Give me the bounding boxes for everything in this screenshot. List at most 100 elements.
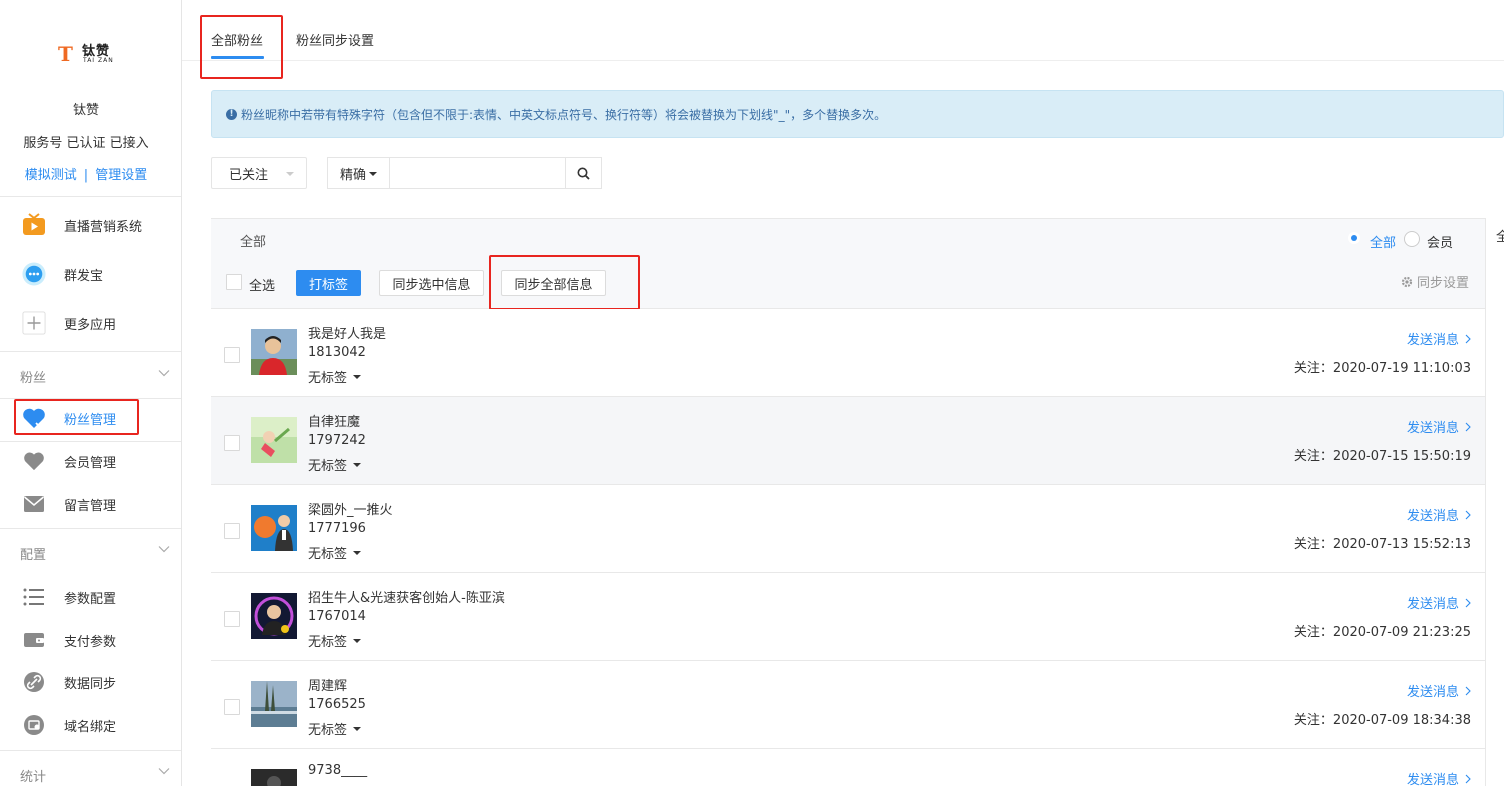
simulate-test-link[interactable]: 模拟测试: [25, 168, 77, 183]
brand-logo[interactable]: T 钛赞 TAI ZAN: [58, 40, 118, 66]
sidebar-item-live-marketing[interactable]: 直播营销系统: [0, 205, 181, 245]
right-panel-text: 全: [1496, 226, 1504, 245]
fan-tag-dropdown[interactable]: 无标签: [308, 719, 362, 738]
send-message-link[interactable]: 发送消息: [1407, 329, 1471, 348]
sidebar-item-label: 数据同步: [64, 676, 117, 692]
plus-icon: [22, 311, 46, 335]
sync-settings-link[interactable]: 同步设置: [1401, 272, 1469, 291]
send-message-label: 发送消息: [1406, 685, 1459, 700]
fan-tag-dropdown[interactable]: 无标签: [308, 631, 362, 650]
match-mode-dropdown[interactable]: 精确: [327, 157, 389, 189]
wallet-icon: [22, 628, 46, 652]
select-all-label[interactable]: 全选: [249, 275, 275, 294]
send-message-label: 发送消息: [1406, 333, 1459, 348]
follow-time: 关注：2020-07-15 15:50:19: [1293, 449, 1471, 464]
avatar: [251, 593, 297, 639]
tag-button[interactable]: 打标签: [296, 270, 361, 296]
sidebar-item-label: 群发宝: [64, 268, 104, 284]
fan-nickname: 9738____: [308, 763, 368, 778]
list-icon: [22, 585, 46, 609]
sidebar-item-label: 粉丝管理: [64, 412, 117, 428]
sidebar-item-message-manage[interactable]: 留言管理: [0, 484, 181, 524]
send-message-link[interactable]: 发送消息: [1407, 769, 1471, 786]
radio-all-label[interactable]: 全部: [1370, 232, 1396, 251]
account-status: 服务号 已认证 已接入: [23, 136, 149, 151]
chevron-down-icon[interactable]: [158, 765, 170, 777]
sync-all-button[interactable]: 同步全部信息: [501, 270, 606, 296]
search-button[interactable]: [565, 157, 602, 189]
sidebar-item-fans-manage[interactable]: 粉丝管理: [0, 398, 181, 438]
caret-down-icon: [353, 726, 362, 731]
fan-row[interactable]: 招生牛人&光速获客创始人-陈亚滨 1767014 无标签 发送消息 关注：202…: [211, 573, 1485, 661]
sidebar-item-more-apps[interactable]: 更多应用: [0, 303, 181, 343]
link-divider: |: [83, 168, 89, 183]
send-message-link[interactable]: 发送消息: [1407, 681, 1471, 700]
chevron-down-icon[interactable]: [158, 367, 170, 379]
chevron-down-icon[interactable]: [158, 543, 170, 555]
row-checkbox[interactable]: [224, 611, 240, 627]
sidebar-item-label: 域名绑定: [64, 719, 117, 735]
group-title-config[interactable]: 配置: [20, 544, 46, 563]
follow-status-select[interactable]: 已关注: [211, 157, 307, 189]
fan-tag-dropdown[interactable]: 无标签: [308, 543, 362, 562]
radio-member[interactable]: [1404, 231, 1420, 247]
sidebar-item-label: 留言管理: [64, 498, 117, 514]
radio-member-label[interactable]: 会员: [1427, 232, 1453, 251]
tab-all-fans[interactable]: 全部粉丝: [211, 30, 263, 49]
send-message-link[interactable]: 发送消息: [1407, 593, 1471, 612]
sidebar-item-pay-params[interactable]: 支付参数: [0, 620, 181, 660]
sidebar: T 钛赞 TAI ZAN 钛赞 服务号 已认证 已接入 模拟测试 | 管理设置 直播…: [0, 0, 182, 786]
sidebar-item-domain-bind[interactable]: 域名绑定: [0, 705, 181, 745]
row-checkbox[interactable]: [224, 523, 240, 539]
chevron-right-icon: [1465, 598, 1471, 607]
sidebar-item-member-manage[interactable]: 会员管理: [0, 441, 181, 481]
fan-tag-label: 无标签: [308, 459, 348, 474]
chevron-right-icon: [1465, 422, 1471, 431]
divider: [0, 750, 181, 751]
manage-settings-link[interactable]: 管理设置: [95, 168, 147, 183]
send-message-label: 发送消息: [1406, 773, 1459, 786]
radio-all[interactable]: [1348, 232, 1360, 244]
caret-down-icon: [353, 462, 362, 467]
sync-selected-button[interactable]: 同步选中信息: [379, 270, 484, 296]
logo-mark: T: [58, 42, 73, 66]
divider: [0, 528, 181, 529]
chevron-right-icon: [1465, 334, 1471, 343]
send-message-link[interactable]: 发送消息: [1407, 417, 1471, 436]
group-title-fans[interactable]: 粉丝: [20, 367, 46, 386]
fan-tag-dropdown[interactable]: 无标签: [308, 367, 362, 386]
avatar: [251, 329, 297, 375]
send-message-label: 发送消息: [1406, 421, 1459, 436]
send-message-link[interactable]: 发送消息: [1407, 505, 1471, 524]
search-input[interactable]: [389, 157, 566, 189]
fan-id: 1777196: [308, 521, 366, 536]
select-all-checkbox[interactable]: [226, 274, 242, 290]
avatar: [251, 769, 297, 786]
send-message-label: 发送消息: [1406, 509, 1459, 524]
row-checkbox[interactable]: [224, 699, 240, 715]
send-message-label: 发送消息: [1406, 597, 1459, 612]
fan-nickname: 梁圆外_一推火: [308, 503, 393, 518]
tab-fans-sync-settings[interactable]: 粉丝同步设置: [296, 30, 374, 49]
row-checkbox[interactable]: [224, 435, 240, 451]
sidebar-item-data-sync[interactable]: 数据同步: [0, 662, 181, 702]
fan-row[interactable]: 梁圆外_一推火 1777196 无标签 发送消息 关注：2020-07-13 1…: [211, 485, 1485, 573]
divider: [0, 351, 181, 352]
account-links: 模拟测试 | 管理设置: [0, 164, 172, 183]
avatar: [251, 417, 297, 463]
fan-row[interactable]: 我是好人我是 1813042 无标签 发送消息 关注：2020-07-19 11…: [211, 309, 1485, 397]
fan-tag-dropdown[interactable]: 无标签: [308, 455, 362, 474]
search-icon: [577, 167, 590, 180]
fan-row[interactable]: 9738____ 发送消息: [211, 749, 1485, 786]
follow-time: 关注：2020-07-13 15:52:13: [1293, 537, 1471, 552]
fan-row[interactable]: 自律狂魔 1797242 无标签 发送消息 关注：2020-07-15 15:5…: [211, 397, 1485, 485]
row-checkbox[interactable]: [224, 347, 240, 363]
app-root: T 钛赞 TAI ZAN 钛赞 服务号 已认证 已接入 模拟测试 | 管理设置 直播…: [0, 0, 1504, 786]
group-title-stats[interactable]: 统计: [20, 766, 46, 785]
sidebar-item-param-config[interactable]: 参数配置: [0, 577, 181, 617]
sidebar-item-group-send[interactable]: 群发宝: [0, 254, 181, 294]
fan-nickname: 周建辉: [308, 679, 348, 694]
fan-row[interactable]: 周建辉 1766525 无标签 发送消息 关注：2020-07-09 18:34…: [211, 661, 1485, 749]
follow-time: 关注：2020-07-09 21:23:25: [1293, 625, 1471, 640]
live-tv-icon: [22, 213, 46, 237]
